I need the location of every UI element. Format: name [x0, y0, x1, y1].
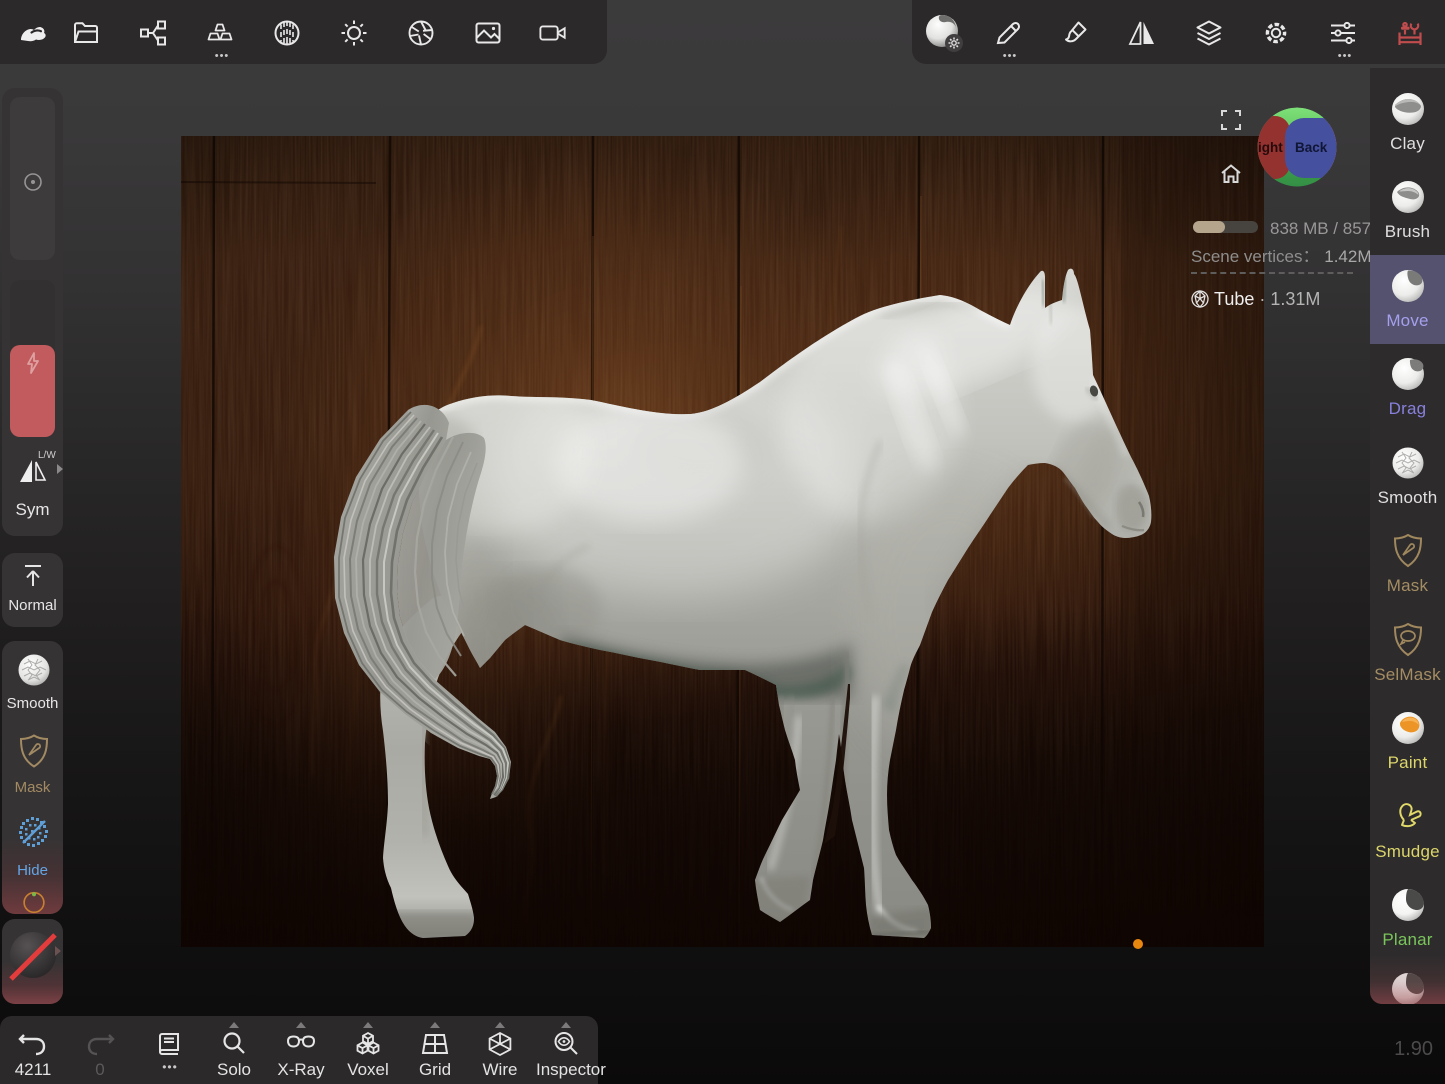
- svg-text:ight: ight: [1258, 140, 1283, 155]
- svg-text:Back: Back: [1295, 140, 1328, 155]
